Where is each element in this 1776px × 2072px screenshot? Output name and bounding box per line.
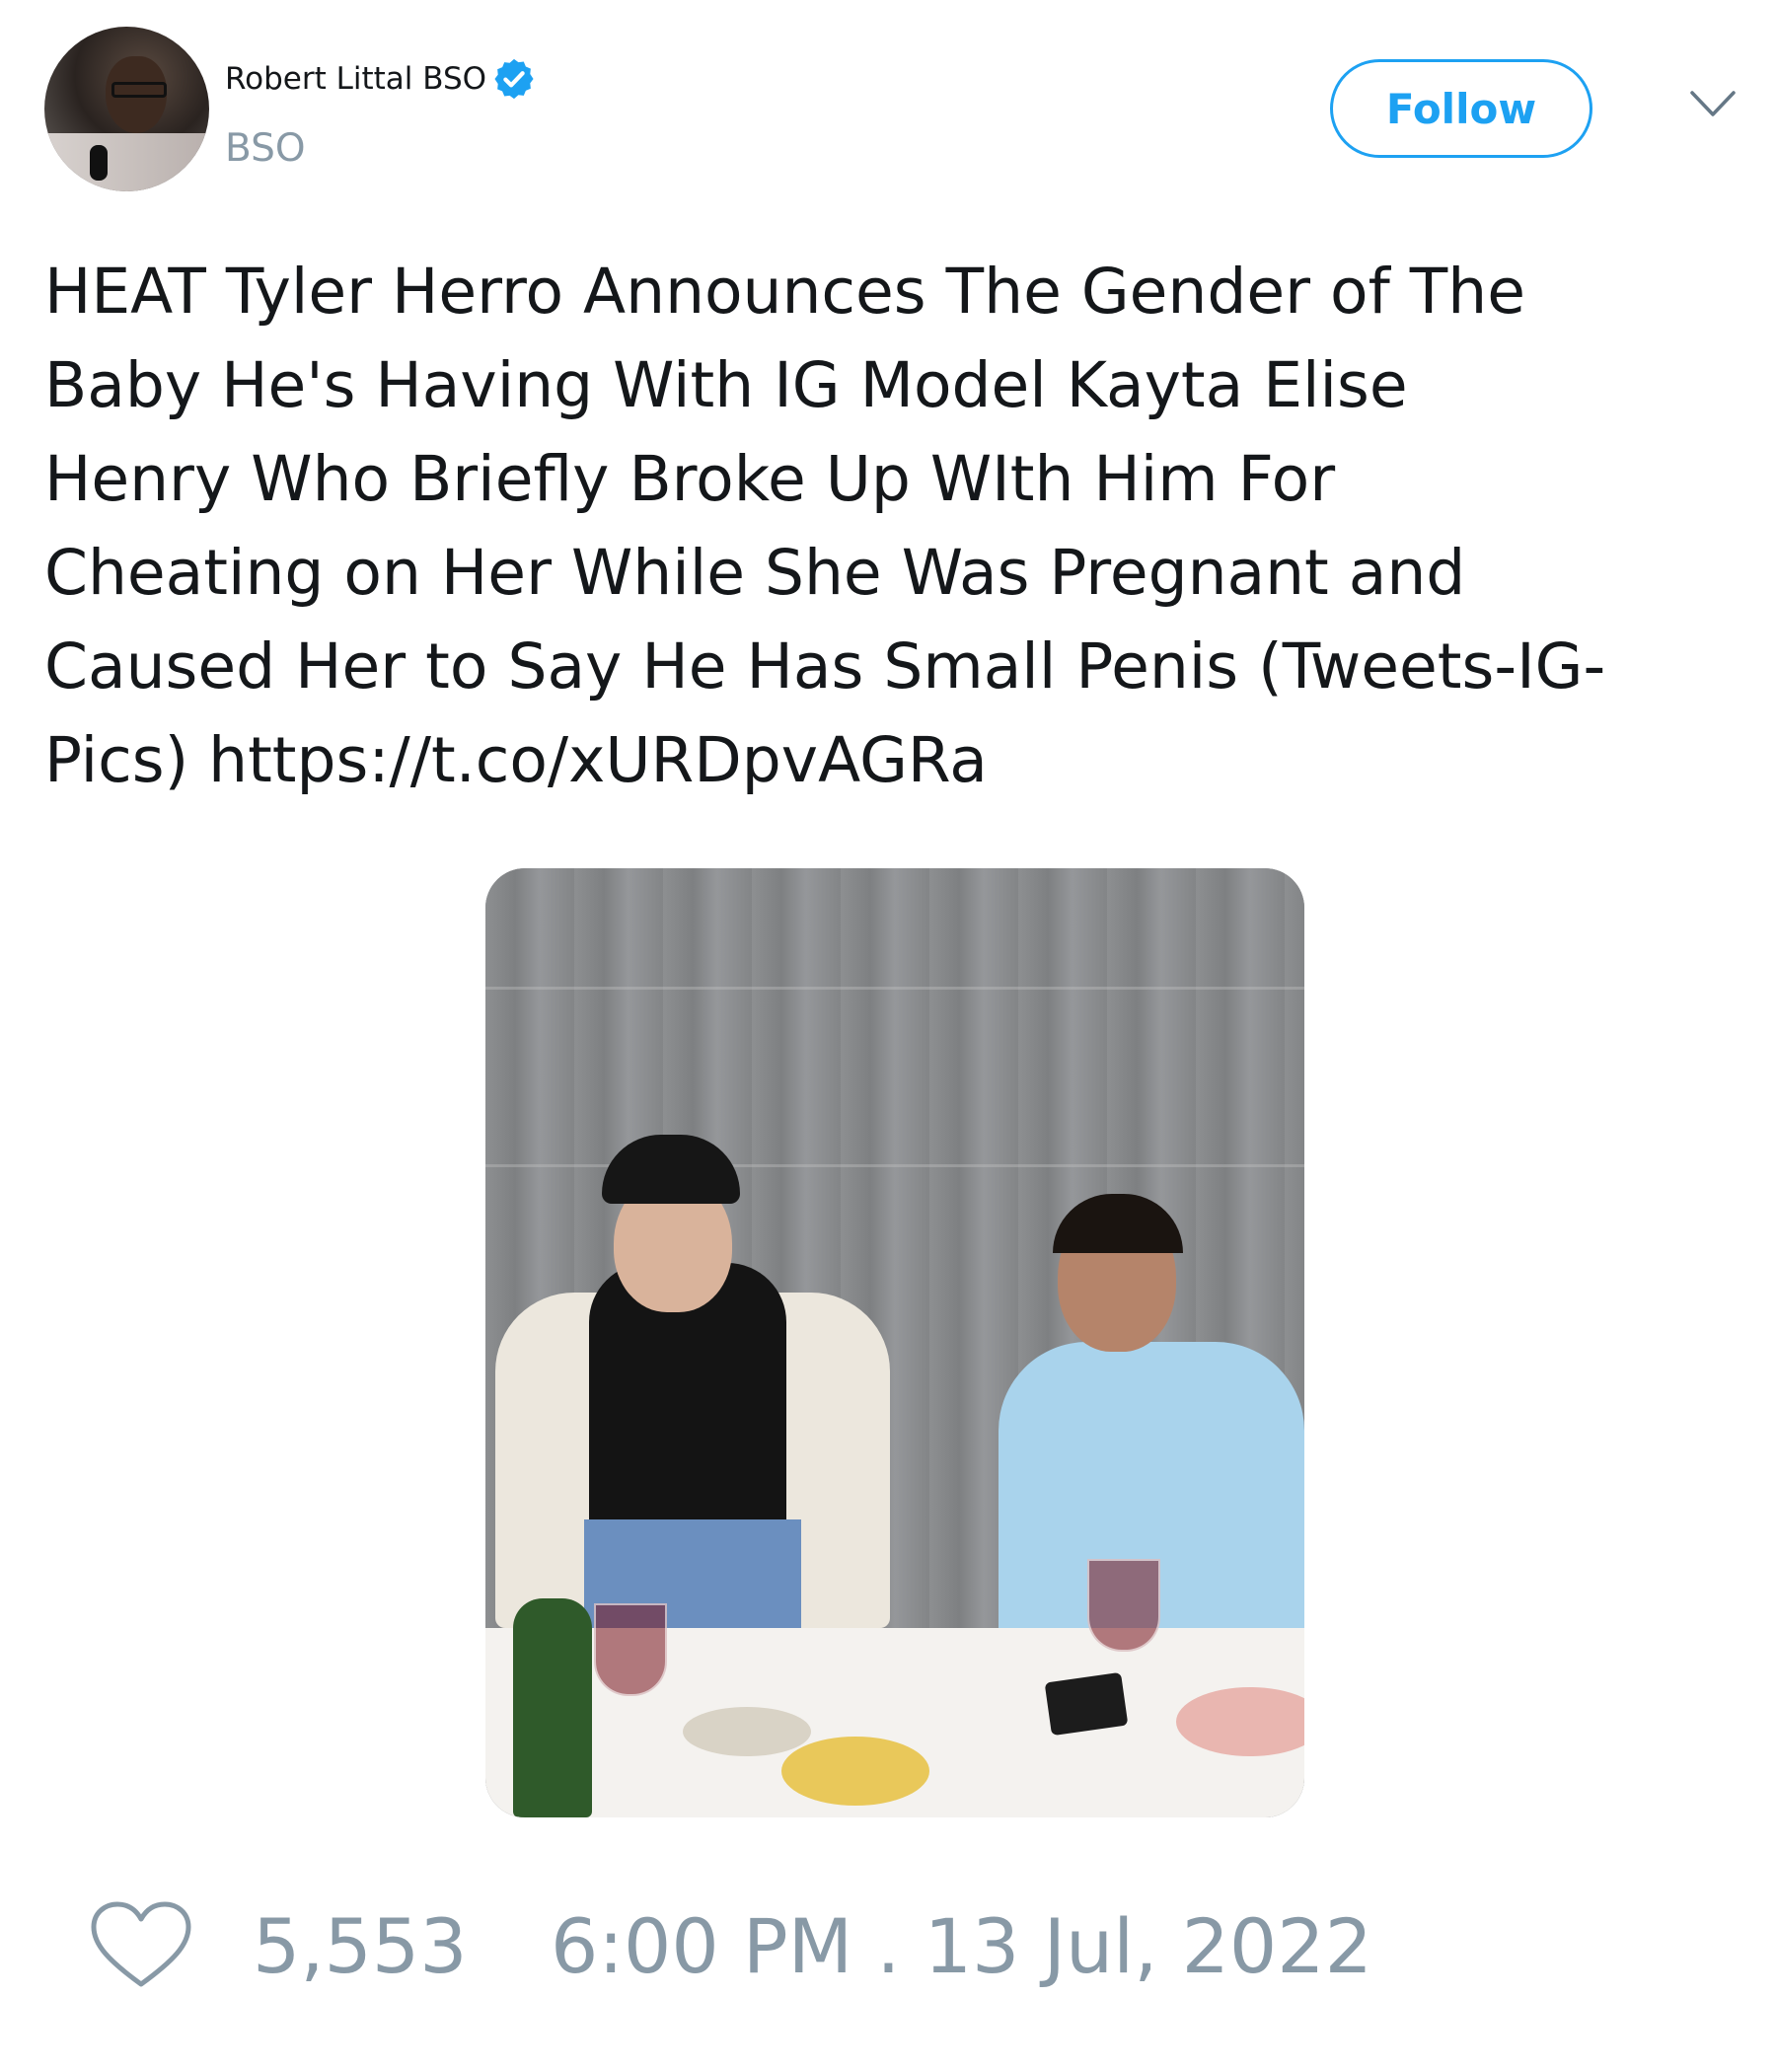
avatar-mic [90, 145, 108, 181]
photo-plate [683, 1707, 811, 1756]
photo-cap [602, 1135, 740, 1204]
photo-person-left [485, 1125, 900, 1677]
photo-wine-glass [1087, 1559, 1160, 1652]
tweet-photo[interactable] [485, 868, 1304, 1817]
author-handle[interactable]: BSO [225, 126, 306, 171]
tweet-text-line: Henry Who Briefly Broke Up WIth Him For [44, 443, 1336, 515]
photo-phone [1044, 1671, 1129, 1737]
photo-hair [1053, 1194, 1183, 1253]
follow-button[interactable]: Follow [1330, 59, 1592, 158]
avatar-glasses [111, 82, 167, 98]
photo-plate [781, 1737, 929, 1806]
tweet-text-line: Cheating on Her While She Was Pregnant a… [44, 537, 1466, 609]
tweet-text: HEAT Tyler Herro Announces The Gender of… [44, 245, 1761, 807]
heart-icon[interactable] [89, 1899, 193, 1990]
verified-badge-icon [494, 58, 534, 100]
chevron-down-icon[interactable] [1689, 89, 1737, 118]
photo-wine-glass [594, 1603, 667, 1696]
like-count: 5,553 [253, 1902, 468, 1990]
photo-wall-seam [485, 987, 1304, 990]
author-display-name[interactable]: Robert Littal BSO [225, 61, 486, 97]
tweet-text-line: Caused Her to Say He Has Small Penis (Tw… [44, 630, 1606, 703]
tweet-text-line: Baby He's Having With IG Model Kayta Eli… [44, 349, 1408, 421]
tweet-timestamp[interactable]: 6:00 PM . 13 Jul, 2022 [551, 1902, 1372, 1990]
avatar-shirt [44, 133, 209, 191]
tweet-text-line[interactable]: Pics) https://t.co/xURDpvAGRa [44, 713, 1761, 807]
avatar[interactable] [44, 27, 209, 191]
photo-bottle [513, 1598, 592, 1817]
tweet-text-line: HEAT Tyler Herro Announces The Gender of… [44, 256, 1525, 328]
